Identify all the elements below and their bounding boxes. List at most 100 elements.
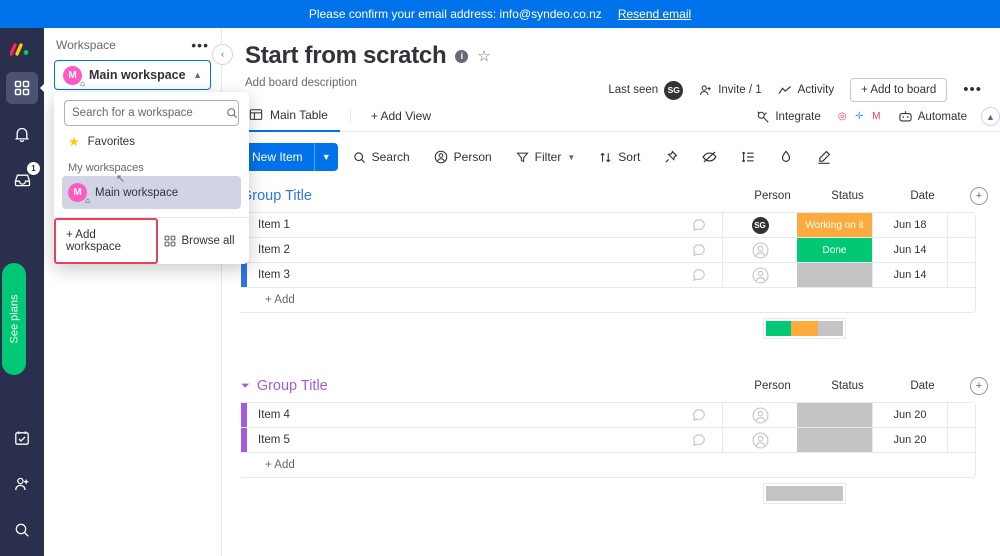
star-outline-icon[interactable]: ☆ xyxy=(477,47,490,65)
rail-item-notifications[interactable] xyxy=(6,118,38,150)
rail-item-my-work[interactable] xyxy=(6,422,38,454)
ellipsis-icon[interactable]: ••• xyxy=(191,38,209,52)
row-name[interactable]: Item 1 xyxy=(247,213,676,237)
add-item-row[interactable]: + Add xyxy=(241,453,975,477)
toolbar-hide[interactable] xyxy=(693,145,726,169)
panel-collapse-button[interactable]: ‹ xyxy=(212,44,233,65)
automate-button[interactable]: Automate xyxy=(898,110,967,123)
add-to-board-button[interactable]: + Add to board xyxy=(850,78,948,102)
toolbar-row-height[interactable] xyxy=(732,145,764,169)
column-header-person[interactable]: Person xyxy=(735,380,810,392)
new-item-button[interactable]: New Item ▼ xyxy=(241,143,338,171)
cell-date[interactable]: Jun 14 xyxy=(872,263,947,287)
cell-person[interactable] xyxy=(722,428,797,452)
plus-circle-icon[interactable]: + xyxy=(970,377,988,395)
table-row[interactable]: Item 4 Jun 20 xyxy=(241,403,975,428)
rail-item-inbox[interactable]: 1 xyxy=(6,162,40,196)
cell-person[interactable] xyxy=(722,238,797,262)
toolbar-pin[interactable] xyxy=(655,145,687,169)
collapse-header-button[interactable]: ▲ xyxy=(981,107,1000,126)
toolbar-search[interactable]: Search xyxy=(344,145,419,169)
cell-date[interactable]: Jun 20 xyxy=(872,428,947,452)
color-drop-icon xyxy=(779,150,793,164)
toolbar-person[interactable]: Person xyxy=(425,145,501,169)
plus-circle-icon[interactable]: + xyxy=(970,187,988,205)
row-name[interactable]: Item 2 xyxy=(247,238,676,262)
workspace-panel-title: Workspace xyxy=(56,38,116,52)
cell-date[interactable]: Jun 20 xyxy=(872,403,947,427)
avatar[interactable]: SG xyxy=(664,80,684,100)
board-more-icon[interactable]: ••• xyxy=(963,82,982,97)
integrate-button[interactable]: Integrate xyxy=(756,110,821,124)
comment-icon[interactable] xyxy=(676,213,722,237)
dropdown-favorites[interactable]: ★ Favorites xyxy=(54,126,249,158)
cell-status[interactable] xyxy=(797,428,872,452)
resend-email-link[interactable]: Resend email xyxy=(618,7,691,21)
add-item-label[interactable]: + Add xyxy=(247,294,295,306)
comment-icon[interactable] xyxy=(676,428,722,452)
toolbar-pen[interactable] xyxy=(808,145,840,169)
cell-status[interactable]: Working on it xyxy=(797,213,872,237)
comment-icon[interactable] xyxy=(676,263,722,287)
search-input[interactable] xyxy=(72,107,226,119)
invite-button[interactable]: Invite / 1 xyxy=(699,84,762,97)
tab-main-table[interactable]: Main Table xyxy=(245,101,340,132)
workspace-search-field[interactable] xyxy=(64,100,239,126)
add-view-button[interactable]: + Add View xyxy=(361,102,441,130)
column-header-status[interactable]: Status xyxy=(810,380,885,392)
column-header-date[interactable]: Date xyxy=(885,190,960,202)
cell-status[interactable]: Done xyxy=(797,238,872,262)
see-plans-button[interactable]: See plans xyxy=(2,263,26,375)
toolbar-color[interactable] xyxy=(770,145,802,169)
row-name[interactable]: Item 4 xyxy=(247,403,676,427)
chevron-down-icon[interactable]: ▼ xyxy=(315,152,338,162)
app-blue-hex-icon[interactable]: ✛ xyxy=(852,109,867,124)
column-header-status[interactable]: Status xyxy=(810,190,885,202)
workspace-selector[interactable]: M ⌂ Main workspace ▲ xyxy=(54,60,211,90)
cell-date[interactable]: Jun 18 xyxy=(872,213,947,237)
cell-person[interactable] xyxy=(722,263,797,287)
table-row[interactable]: Item 5 Jun 20 xyxy=(241,428,975,453)
rail-item-home[interactable] xyxy=(6,72,48,104)
dropdown-item-main-workspace[interactable]: M ⌂ Main workspace ↖ xyxy=(62,173,241,209)
row-name[interactable]: Item 5 xyxy=(247,428,676,452)
status-summary-bar[interactable] xyxy=(763,318,846,339)
monday-logo-icon[interactable] xyxy=(9,40,35,58)
cell-person[interactable]: SG xyxy=(722,213,797,237)
cell-person[interactable] xyxy=(722,403,797,427)
toolbar-sort[interactable]: Sort xyxy=(590,145,649,169)
add-workspace-button[interactable]: + Add workspace xyxy=(54,218,158,264)
toolbar-filter[interactable]: Filter ▼ xyxy=(507,145,585,169)
table-row[interactable]: Item 2 Done Jun 14 xyxy=(241,238,975,263)
cursor-icon: ↖ xyxy=(116,173,126,185)
row-name[interactable]: Item 3 xyxy=(247,263,676,287)
inbox-badge: 1 xyxy=(27,162,40,175)
add-item-row[interactable]: + Add xyxy=(241,288,975,312)
table-row[interactable]: Item 3 Jun 14 xyxy=(241,263,975,288)
app-pink-hex-icon[interactable]: ◎ xyxy=(835,109,850,124)
add-item-label[interactable]: + Add xyxy=(247,459,295,471)
comment-icon[interactable] xyxy=(676,403,722,427)
cell-pad xyxy=(947,263,975,287)
rail-item-invite[interactable] xyxy=(6,468,38,500)
chevron-down-icon[interactable]: ⏷ xyxy=(241,380,250,393)
column-header-person[interactable]: Person xyxy=(735,190,810,202)
activity-button[interactable]: Activity xyxy=(778,84,834,96)
rail-item-search[interactable] xyxy=(6,514,38,546)
group-title[interactable]: Group Title xyxy=(241,188,312,204)
browse-all-button[interactable]: Browse all xyxy=(158,218,250,264)
info-icon[interactable]: i xyxy=(455,49,469,63)
table-row[interactable]: Item 1 SG Working on it Jun 18 xyxy=(241,213,975,238)
favorites-label: Favorites xyxy=(87,136,135,148)
status-badge: Working on it xyxy=(805,219,864,231)
cell-date[interactable]: Jun 14 xyxy=(872,238,947,262)
calendar-check-icon xyxy=(14,430,30,446)
column-header-date[interactable]: Date xyxy=(885,380,960,392)
gmail-hex-icon[interactable]: M xyxy=(869,109,884,124)
person-add-icon xyxy=(14,476,30,492)
status-summary-bar[interactable] xyxy=(763,483,846,504)
comment-icon[interactable] xyxy=(676,238,722,262)
group-title[interactable]: Group Title xyxy=(257,378,328,394)
cell-status[interactable] xyxy=(797,263,872,287)
cell-status[interactable] xyxy=(797,403,872,427)
